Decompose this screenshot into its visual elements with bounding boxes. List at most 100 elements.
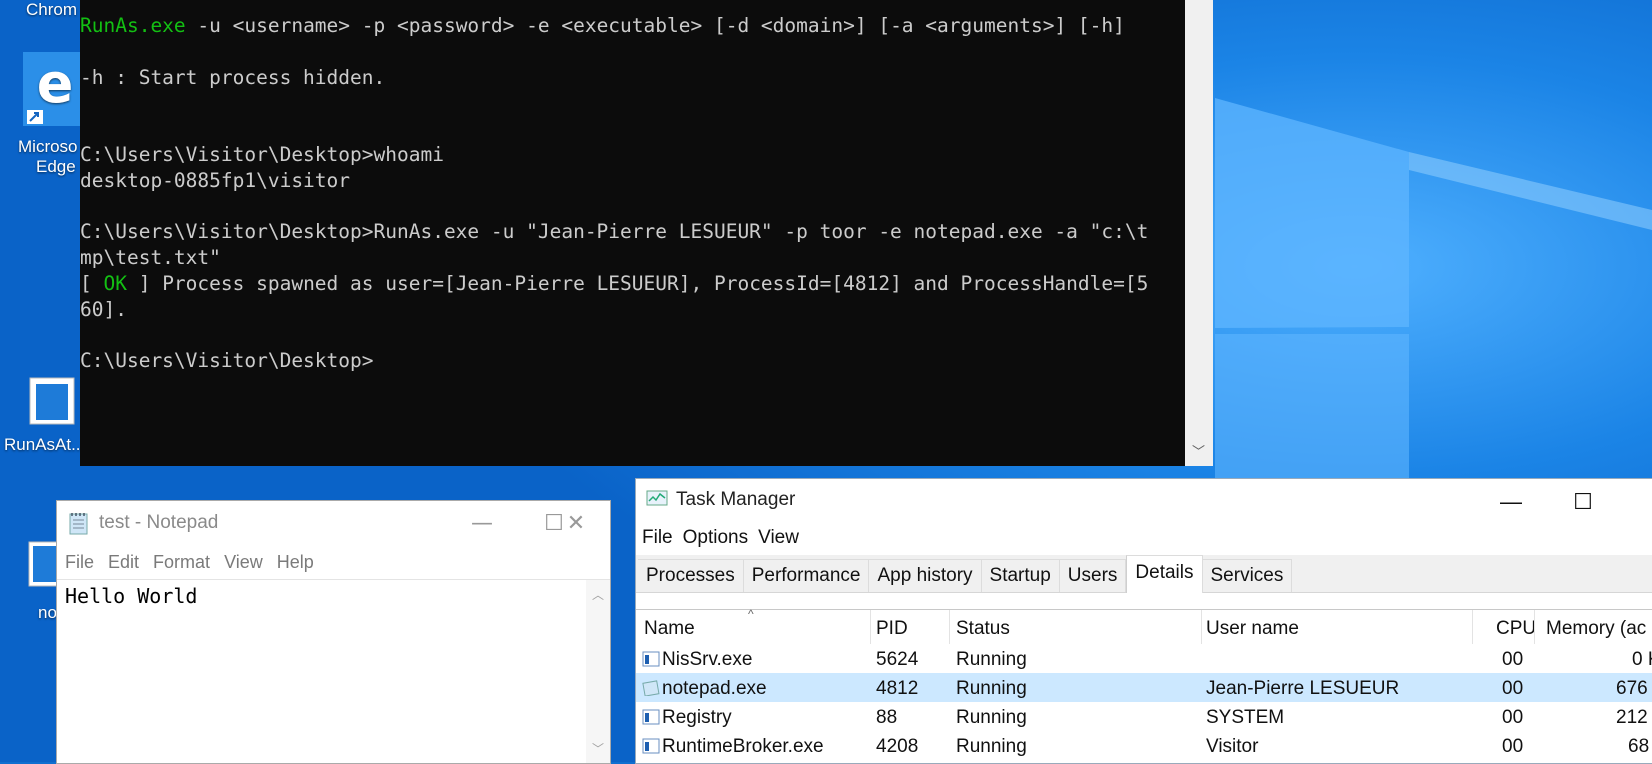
process-memory: 676 K	[1616, 678, 1652, 699]
table-row-selected[interactable]: notepad.exe 4812 Running Jean-Pierre LES…	[636, 673, 1652, 702]
process-user: SYSTEM	[1206, 707, 1285, 728]
menu-help[interactable]: Help	[277, 552, 314, 573]
column-header-name[interactable]: Name	[644, 618, 695, 640]
desktop-icon-label: RunAsAt...	[4, 435, 86, 454]
tab-users[interactable]: Users	[1059, 559, 1127, 592]
menu-file[interactable]: File	[65, 552, 94, 573]
console-line: mp\test.txt"	[80, 246, 221, 270]
column-header-pid[interactable]: PID	[876, 618, 908, 640]
desktop-icon-label: Chrom	[26, 0, 78, 19]
column-header-status[interactable]: Status	[956, 618, 1010, 640]
menu-format[interactable]: Format	[153, 552, 210, 573]
menu-options[interactable]: Options	[683, 527, 748, 549]
table-header: ^ Name PID Status User name CPU Memory (…	[636, 607, 1652, 644]
desktop-icon-label: Microso	[18, 137, 78, 156]
edge-icon: e	[23, 52, 87, 126]
notepad-menubar: File Edit Format View Help	[57, 545, 610, 579]
console-line: 60].	[80, 297, 127, 321]
process-pid: 4812	[876, 678, 919, 699]
notepad-process-icon	[642, 680, 660, 696]
details-table: ^ Name PID Status User name CPU Memory (…	[636, 607, 1652, 763]
chevron-down-icon[interactable]: ﹀	[1192, 441, 1205, 460]
process-pid: 4208	[876, 736, 919, 757]
process-status: Running	[956, 707, 1027, 728]
console-line: [	[80, 271, 104, 295]
desktop-icon-label: Edge	[36, 157, 76, 176]
notepad-text-area[interactable]: Hello World ︿ ﹀	[57, 579, 610, 763]
console-output: RunAs.exe -u <username> -p <password> -e…	[80, 13, 1185, 374]
process-memory: 0 K	[1632, 649, 1652, 670]
menu-view[interactable]: View	[758, 527, 799, 549]
tab-processes[interactable]: Processes	[638, 559, 744, 592]
process-memory: 212 K	[1616, 707, 1652, 728]
task-manager-tabs: Processes Performance App history Startu…	[636, 555, 1652, 593]
tab-app-history[interactable]: App history	[869, 559, 982, 592]
notepad-scrollbar[interactable]: ︿ ﹀	[586, 580, 610, 763]
notepad-window[interactable]: test - Notepad — ☐ ✕ File Edit Format Vi…	[56, 500, 611, 764]
task-manager-window[interactable]: Task Manager — ☐ File Options View Proce…	[635, 478, 1652, 764]
process-name: RuntimeBroker.exe	[662, 736, 824, 757]
process-cpu: 00	[1502, 649, 1524, 670]
console-line: -h : Start process hidden.	[80, 65, 386, 89]
column-header-cpu[interactable]: CPU	[1496, 618, 1536, 640]
runas-shortcut-icon	[29, 377, 75, 425]
notepad-title: test - Notepad	[99, 512, 219, 533]
console-line: C:\Users\Visitor\Desktop>whoami	[80, 142, 444, 166]
process-name: notepad.exe	[662, 678, 767, 699]
task-manager-title: Task Manager	[676, 489, 796, 510]
console-line: desktop-0885fp1\visitor	[80, 168, 351, 192]
table-row[interactable]: NisSrv.exe 5624 Running 00 0 K	[636, 644, 1652, 673]
table-row[interactable]: Registry 88 Running SYSTEM 00 212 K	[636, 702, 1652, 731]
process-name: NisSrv.exe	[662, 649, 753, 670]
process-user: Visitor	[1206, 736, 1259, 757]
desktop-icon-chrome[interactable]: Chrom	[0, 0, 84, 20]
maximize-button[interactable]: ☐	[1558, 485, 1608, 519]
menu-file[interactable]: File	[642, 527, 673, 549]
minimize-button[interactable]: —	[1486, 485, 1536, 519]
notepad-titlebar[interactable]: test - Notepad — ☐ ✕	[57, 501, 610, 545]
tab-services[interactable]: Services	[1202, 559, 1293, 592]
process-user: Jean-Pierre LESUEUR	[1206, 678, 1400, 699]
desktop-icon-runas[interactable]: RunAsAt...	[4, 376, 88, 455]
console-exe-name: RunAs.exe	[80, 14, 186, 37]
tab-startup[interactable]: Startup	[981, 559, 1060, 592]
tab-details[interactable]: Details	[1126, 555, 1203, 593]
table-row[interactable]: RuntimeBroker.exe 4208 Running Visitor 0…	[636, 731, 1652, 760]
task-manager-icon	[646, 490, 668, 506]
tab-performance[interactable]: Performance	[743, 559, 870, 592]
column-header-user[interactable]: User name	[1206, 618, 1299, 640]
process-cpu: 00	[1502, 736, 1524, 757]
process-cpu: 00	[1502, 678, 1524, 699]
console-prompt[interactable]: C:\Users\Visitor\Desktop>	[80, 349, 374, 372]
console-ok-status: OK	[103, 271, 127, 295]
menu-view[interactable]: View	[224, 552, 263, 573]
chevron-down-icon[interactable]: ﹀	[592, 740, 604, 757]
process-cpu: 00	[1502, 707, 1524, 728]
console-scrollbar[interactable]: ﹀	[1185, 0, 1213, 466]
menu-edit[interactable]: Edit	[108, 552, 139, 573]
process-name: Registry	[662, 707, 732, 728]
process-status: Running	[956, 678, 1027, 699]
close-button[interactable]: ✕	[551, 507, 601, 541]
process-icon	[642, 738, 660, 754]
chevron-up-icon[interactable]: ︿	[592, 586, 604, 603]
process-icon	[642, 709, 660, 725]
process-status: Running	[956, 736, 1027, 757]
console-window[interactable]: RunAs.exe -u <username> -p <password> -e…	[80, 0, 1213, 466]
process-icon	[642, 651, 660, 667]
sort-ascending-icon: ^	[748, 607, 754, 621]
process-pid: 88	[876, 707, 898, 728]
console-line: C:\Users\Visitor\Desktop>RunAs.exe -u "J…	[80, 220, 1149, 244]
task-manager-menubar: File Options View	[636, 521, 1652, 555]
console-line: ] Process spawned as user=[Jean-Pierre L…	[126, 271, 1149, 295]
desktop-icon-edge[interactable]: e Microso Edge	[18, 52, 88, 177]
console-usage-line: -u <username> -p <password> -e <executab…	[185, 14, 1125, 37]
notepad-content: Hello World	[65, 584, 198, 608]
process-memory: 68 K	[1628, 736, 1652, 757]
column-header-memory[interactable]: Memory (ac	[1546, 618, 1646, 640]
process-pid: 5624	[876, 649, 919, 670]
task-manager-titlebar[interactable]: Task Manager — ☐	[636, 479, 1652, 521]
notepad-icon	[69, 513, 88, 535]
minimize-button[interactable]: —	[457, 507, 507, 541]
process-status: Running	[956, 649, 1027, 670]
